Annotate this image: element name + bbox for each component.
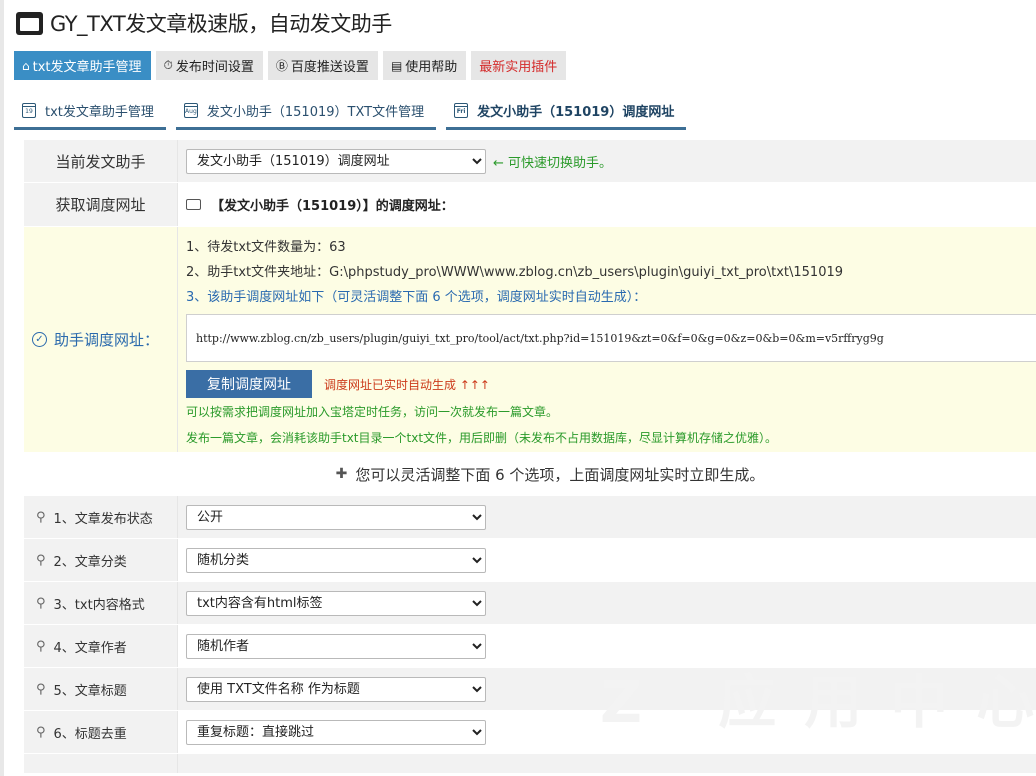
option-label-cell: ⚲ 3、txt内容格式: [24, 582, 178, 624]
category-select[interactable]: 随机分类: [186, 547, 486, 573]
option-value-cell: 使用 TXT文件名称 作为标题: [178, 668, 1036, 710]
main-tab-publish-time[interactable]: ⏱ 发布时间设置: [155, 51, 263, 80]
option-row-category: ⚲ 2、文章分类 随机分类: [24, 539, 1036, 582]
main-tab-label: 最新实用插件: [479, 60, 558, 75]
window-icon: [16, 11, 43, 35]
main-tab-bar: ⌂ txt发文章助手管理 ⏱ 发布时间设置 Ⓑ 百度推送设置 ▤ 使用帮助 最新…: [14, 51, 567, 80]
dedupe-select[interactable]: 重复标题：直接跳过: [186, 719, 486, 745]
option-label-cell: ⚲ 6、标题去重: [24, 711, 178, 753]
settings-panel: 当前发文助手 发文小助手（151019）调度网址 ← 可快速切换助手。 获取调度…: [24, 140, 1036, 774]
monitor-icon: [186, 199, 201, 210]
baidu-icon: Ⓑ: [275, 59, 288, 73]
get-url-value: 【发文小助手（151019）】的调度网址：: [178, 183, 1036, 226]
paperclip-icon: ⚲: [36, 638, 46, 654]
schedule-url-label-cell: ✓ 助手调度网址：: [24, 227, 178, 452]
main-tab-label: txt发文章助手管理: [32, 60, 142, 75]
sub-tab-label: 发文小助手（151019）调度网址: [477, 105, 675, 120]
plus-icon: ✚: [335, 466, 348, 482]
tip-cron: 可以按需求把调度网址加入宝塔定时任务，访问一次就发布一篇文章。: [186, 405, 559, 419]
url-intro: 3、该助手调度网址如下（可灵活调整下面 6 个选项，调度网址实时自动生成）：: [186, 290, 647, 305]
get-url-label: 获取调度网址: [24, 183, 178, 226]
sub-tab-schedule-url[interactable]: Fri 发文小助手（151019）调度网址: [446, 94, 687, 130]
options-intro: 您可以灵活调整下面 6 个选项，上面调度网址实时立即生成。: [355, 465, 765, 484]
option-row-title: ⚲ 5、文章标题 使用 TXT文件名称 作为标题: [24, 668, 1036, 711]
left-edge-strip: [0, 0, 4, 776]
schedule-url-row: ✓ 助手调度网址： 1、待发txt文件数量为：63 2、助手txt文件夹地址：G…: [24, 227, 1036, 452]
option-value-cell: 公开: [178, 496, 1036, 538]
option-label: 3、txt内容格式: [53, 597, 145, 613]
footer-value-cell: [178, 754, 1036, 773]
schedule-url-label: 助手调度网址：: [54, 331, 160, 349]
option-label-cell: ⚲ 1、文章发布状态: [24, 496, 178, 538]
status-select[interactable]: 公开: [186, 504, 486, 530]
paperclip-icon: ⚲: [36, 681, 46, 697]
sub-tab-label: 发文小助手（151019）TXT文件管理: [206, 105, 425, 120]
pending-count: 1、待发txt文件数量为：63: [186, 240, 346, 255]
get-url-text: 【发文小助手（151019）】的调度网址：: [211, 199, 454, 214]
option-value-cell: 重复标题：直接跳过: [178, 711, 1036, 753]
app-header: GY_TXT发文章极速版，自动发文助手: [16, 9, 392, 37]
copy-url-button[interactable]: 复制调度网址: [186, 370, 312, 398]
main-tab-baidu-push[interactable]: Ⓑ 百度推送设置: [267, 51, 378, 80]
option-value-cell: 随机作者: [178, 625, 1036, 667]
schedule-url-value: 1、待发txt文件数量为：63 2、助手txt文件夹地址：G:\phpstudy…: [178, 227, 1036, 452]
helper-select[interactable]: 发文小助手（151019）调度网址: [186, 148, 486, 174]
clock-icon: ⏱: [163, 58, 173, 72]
sub-tab-file-manager[interactable]: Aug 发文小助手（151019）TXT文件管理: [175, 94, 437, 130]
option-label: 2、文章分类: [53, 554, 127, 570]
main-tab-txt-manager[interactable]: ⌂ txt发文章助手管理: [14, 51, 151, 80]
title-select[interactable]: 使用 TXT文件名称 作为标题: [186, 676, 486, 702]
calendar-icon: 19: [22, 103, 36, 118]
option-row-format: ⚲ 3、txt内容格式 txt内容含有html标签: [24, 582, 1036, 625]
current-helper-row: 当前发文助手 发文小助手（151019）调度网址 ← 可快速切换助手。: [24, 140, 1036, 183]
sub-tab-bar: 19 txt发文章助手管理 Aug 发文小助手（151019）TXT文件管理 F…: [14, 94, 687, 130]
current-helper-value: 发文小助手（151019）调度网址 ← 可快速切换助手。: [178, 140, 1036, 182]
main-tab-label: 百度推送设置: [290, 60, 369, 75]
sub-tab-txt-manager[interactable]: 19 txt发文章助手管理: [14, 94, 166, 130]
option-label: 4、文章作者: [53, 640, 127, 656]
calendar-icon: Fri: [454, 103, 469, 118]
main-tab-latest-plugins[interactable]: 最新实用插件: [471, 51, 567, 80]
copy-line: 复制调度网址 调度网址已实时自动生成 ↑↑↑: [186, 370, 490, 398]
option-label-cell: ⚲ 4、文章作者: [24, 625, 178, 667]
paperclip-icon: ⚲: [36, 509, 46, 525]
option-label-cell: ⚲ 5、文章标题: [24, 668, 178, 710]
option-label: 5、文章标题: [53, 683, 127, 699]
main-tab-label: 发布时间设置: [175, 60, 254, 75]
option-row-status: ⚲ 1、文章发布状态 公开: [24, 496, 1036, 539]
paperclip-icon: ⚲: [36, 724, 46, 740]
format-select[interactable]: txt内容含有html标签: [186, 590, 486, 616]
option-row-dedupe: ⚲ 6、标题去重 重复标题：直接跳过: [24, 711, 1036, 754]
main-tab-help[interactable]: ▤ 使用帮助: [382, 51, 467, 80]
switch-hint: ← 可快速切换助手。: [493, 155, 613, 171]
option-label: 1、文章发布状态: [53, 511, 153, 527]
get-url-row: 获取调度网址 【发文小助手（151019）】的调度网址：: [24, 183, 1036, 227]
copy-note: 调度网址已实时自动生成 ↑↑↑: [324, 377, 490, 392]
app-title: GY_TXT发文章极速版，自动发文助手: [50, 12, 392, 36]
calendar-icon: Aug: [183, 103, 198, 118]
panel-footer-strip: [24, 754, 1036, 774]
paperclip-icon: ⚲: [36, 595, 46, 611]
main-tab-label: 使用帮助: [405, 60, 458, 75]
option-value-cell: 随机分类: [178, 539, 1036, 581]
author-select[interactable]: 随机作者: [186, 633, 486, 659]
option-label: 6、标题去重: [53, 726, 127, 742]
folder-path: 2、助手txt文件夹地址：G:\phpstudy_pro\WWW\www.zbl…: [186, 265, 844, 280]
option-label-cell: ⚲ 2、文章分类: [24, 539, 178, 581]
footer-label-cell: [24, 754, 178, 773]
option-value-cell: txt内容含有html标签: [178, 582, 1036, 624]
check-circle-icon: ✓: [32, 332, 47, 347]
current-helper-label: 当前发文助手: [24, 140, 178, 182]
options-intro-row: ✚ 您可以灵活调整下面 6 个选项，上面调度网址实时立即生成。: [24, 452, 1036, 496]
schedule-url-field[interactable]: http://www.zblog.cn/zb_users/plugin/guiy…: [186, 314, 1036, 362]
document-icon: ▤: [390, 58, 403, 73]
home-icon: ⌂: [22, 58, 30, 73]
option-row-author: ⚲ 4、文章作者 随机作者: [24, 625, 1036, 668]
tip-consume: 发布一篇文章，会消耗该助手txt目录一个txt文件，用后即删（未发布不占用数据库…: [186, 431, 778, 445]
sub-tab-label: txt发文章助手管理: [45, 105, 154, 120]
paperclip-icon: ⚲: [36, 552, 46, 568]
